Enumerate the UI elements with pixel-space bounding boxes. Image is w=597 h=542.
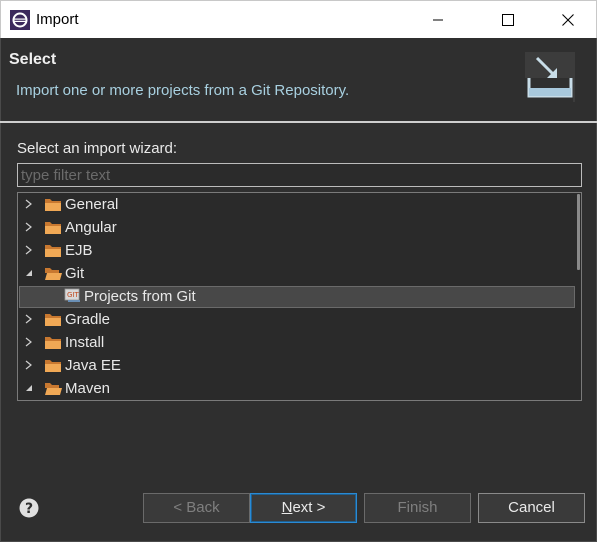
title-bar: Import [0, 0, 597, 38]
tree-item-projects-from-git[interactable]: GIT Projects from Git [19, 286, 575, 308]
next-label: ext > [292, 499, 326, 516]
import-wizard-banner-icon [525, 52, 575, 102]
close-icon [562, 14, 574, 26]
finish-button[interactable]: Finish [364, 493, 471, 523]
folder-icon [45, 360, 61, 372]
chevron-down-icon[interactable] [24, 383, 34, 393]
folder-icon [45, 314, 61, 326]
tree-item-label: Java EE [65, 357, 121, 374]
eclipse-app-icon [10, 10, 30, 30]
cancel-button[interactable]: Cancel [478, 493, 585, 523]
page-description: Import one or more projects from a Git R… [16, 82, 350, 99]
tree-item-gradle[interactable]: Gradle [19, 309, 575, 331]
tree-item-label: Angular [65, 219, 117, 236]
maximize-icon [502, 14, 514, 26]
window-title: Import [36, 11, 79, 28]
folder-icon [45, 337, 61, 349]
wizard-header: Select Import one or more projects from … [0, 38, 597, 121]
tree-scrollbar[interactable] [577, 194, 580, 270]
wizard-body: Select an import wizard: General Angular… [0, 123, 597, 542]
next-mnemonic: N [281, 499, 293, 516]
wizard-list-label: Select an import wizard: [17, 140, 178, 157]
minimize-icon [433, 19, 443, 21]
chevron-right-icon[interactable] [24, 337, 34, 347]
tree-item-java-ee[interactable]: Java EE [19, 355, 575, 377]
chevron-right-icon[interactable] [24, 314, 34, 324]
tree-item-git[interactable]: Git [19, 263, 575, 285]
tree-item-label: Install [65, 334, 105, 351]
tree-item-label: Maven [65, 380, 111, 397]
next-button[interactable]: Next > [250, 493, 357, 523]
folder-icon [45, 245, 61, 257]
open-folder-icon [45, 383, 62, 395]
back-button[interactable]: < Back [143, 493, 250, 523]
chevron-right-icon[interactable] [24, 360, 34, 370]
tree-item-label: General [65, 196, 119, 213]
open-folder-icon [45, 268, 62, 280]
chevron-right-icon[interactable] [24, 245, 34, 255]
chevron-right-icon[interactable] [24, 222, 34, 232]
page-title: Select [9, 51, 57, 68]
svg-text:?: ? [25, 501, 33, 517]
close-button[interactable] [545, 1, 591, 39]
tree-item-maven[interactable]: Maven [19, 378, 575, 400]
maximize-button[interactable] [485, 1, 531, 39]
tree-item-angular[interactable]: Angular [19, 217, 575, 239]
folder-icon [45, 222, 61, 234]
tree-item-label: Gradle [65, 311, 111, 328]
tree-item-general[interactable]: General [19, 194, 575, 216]
tree-item-label: Git [65, 265, 85, 282]
filter-input[interactable] [17, 163, 582, 187]
chevron-right-icon[interactable] [24, 199, 34, 209]
minimize-button[interactable] [415, 1, 461, 39]
tree-item-label: Projects from Git [84, 288, 196, 305]
git-project-icon: GIT [64, 288, 80, 302]
tree-item-ejb[interactable]: EJB [19, 240, 575, 262]
chevron-down-icon[interactable] [24, 268, 34, 278]
wizard-tree[interactable]: General Angular EJB Git GIT Projects fro… [17, 192, 582, 401]
tree-item-install[interactable]: Install [19, 332, 575, 354]
tree-item-label: EJB [65, 242, 93, 259]
help-icon[interactable]: ? [19, 498, 39, 518]
folder-icon [45, 199, 61, 211]
svg-text:GIT: GIT [67, 291, 79, 299]
